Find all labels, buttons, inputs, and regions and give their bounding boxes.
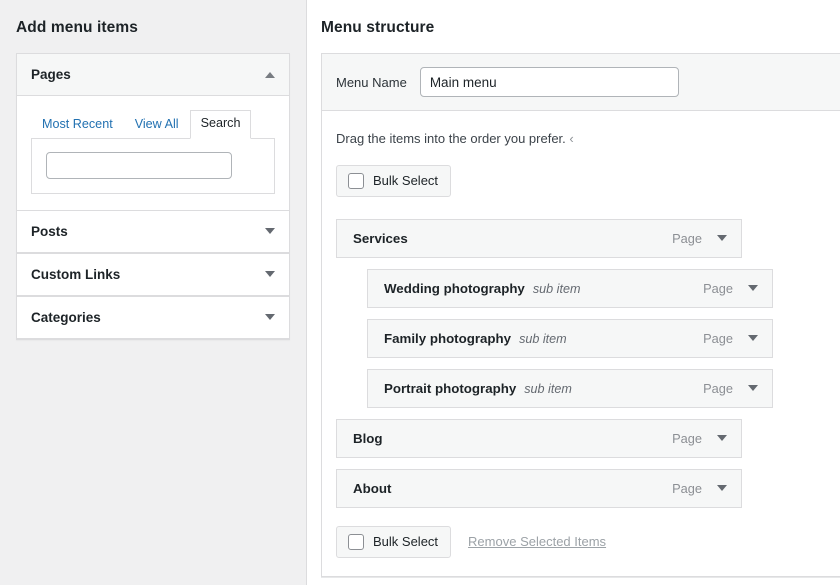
menu-item-title: Blog	[353, 431, 383, 446]
accordion-section-pages: Pages Most Recent View All Search	[17, 54, 289, 210]
menu-name-label: Menu Name	[336, 75, 407, 90]
menu-item-type: Page	[672, 431, 702, 446]
accordion-label-categories: Categories	[31, 310, 101, 325]
menu-item-type: Page	[703, 381, 733, 396]
accordion-section-posts: Posts	[17, 210, 289, 253]
chevron-down-icon[interactable]	[265, 228, 275, 234]
menu-item-type: Page	[703, 281, 733, 296]
accordion-header-posts[interactable]: Posts	[17, 211, 289, 253]
bulk-select-label-top: Bulk Select	[373, 173, 438, 188]
pages-search-panel	[31, 139, 275, 194]
chevron-down-icon[interactable]	[265, 271, 275, 277]
accordion-header-pages[interactable]: Pages	[17, 54, 289, 96]
chevron-down-icon[interactable]	[265, 314, 275, 320]
drag-instructions-truncated: ‹	[569, 131, 573, 146]
menu-item-meta: Page	[672, 481, 727, 496]
tab-most-recent[interactable]: Most Recent	[31, 111, 124, 139]
chevron-down-icon[interactable]	[717, 235, 727, 241]
accordion-header-custom-links[interactable]: Custom Links	[17, 254, 289, 296]
menu-item-title: Family photography	[384, 331, 511, 346]
menu-item-row[interactable]: Portrait photography sub item Page	[367, 369, 773, 408]
bulk-select-checkbox-bottom[interactable]	[348, 534, 364, 550]
menu-item-label-group: Blog	[353, 431, 383, 446]
menu-item-type: Page	[672, 231, 702, 246]
menu-item-type: Page	[672, 481, 702, 496]
accordion-header-categories[interactable]: Categories	[17, 297, 289, 339]
accordion-label-posts: Posts	[31, 224, 68, 239]
menu-item-label-group: Services	[353, 231, 408, 246]
menu-item-label-group: Portrait photography sub item	[384, 381, 572, 396]
chevron-up-icon[interactable]	[265, 72, 275, 78]
bulk-select-footer: Bulk Select Remove Selected Items	[336, 526, 826, 576]
menu-item-row[interactable]: About Page	[336, 469, 742, 508]
menu-item-meta: Page	[672, 431, 727, 446]
pages-tabs: Most Recent View All Search	[31, 110, 275, 139]
menu-name-input[interactable]	[420, 67, 679, 97]
menu-item-label-group: About	[353, 481, 391, 496]
menu-item-sub-label: sub item	[533, 282, 581, 296]
menu-item-meta: Page	[703, 281, 758, 296]
menu-item-sub-label: sub item	[519, 332, 567, 346]
bulk-select-button-bottom[interactable]: Bulk Select	[336, 526, 451, 558]
tab-view-all[interactable]: View All	[124, 111, 190, 139]
menu-structure-body: Drag the items into the order you prefer…	[322, 111, 840, 576]
menu-item-meta: Page	[703, 381, 758, 396]
drag-instructions-text: Drag the items into the order you prefer…	[336, 131, 566, 146]
menu-item-row[interactable]: Services Page	[336, 219, 742, 258]
accordion-section-categories: Categories	[17, 296, 289, 339]
menu-name-bar: Menu Name	[322, 54, 840, 111]
menu-item-row[interactable]: Wedding photography sub item Page	[367, 269, 773, 308]
menu-item-title: About	[353, 481, 391, 496]
chevron-down-icon[interactable]	[748, 335, 758, 341]
page-title-add-menu-items: Add menu items	[16, 18, 290, 38]
drag-instructions: Drag the items into the order you prefer…	[336, 129, 826, 149]
card-bottom-divider	[321, 577, 840, 578]
chevron-down-icon[interactable]	[748, 385, 758, 391]
menu-item-title: Wedding photography	[384, 281, 525, 296]
accordion-label-pages: Pages	[31, 67, 71, 82]
accordion-label-custom-links: Custom Links	[31, 267, 120, 282]
bulk-select-button-top[interactable]: Bulk Select	[336, 165, 451, 197]
chevron-down-icon[interactable]	[748, 285, 758, 291]
bulk-select-checkbox-top[interactable]	[348, 173, 364, 189]
remove-selected-items-link[interactable]: Remove Selected Items	[468, 534, 606, 549]
menu-structure-card: Menu Name Drag the items into the order …	[321, 53, 840, 577]
menu-item-label-group: Wedding photography sub item	[384, 281, 580, 296]
page-title-menu-structure: Menu structure	[307, 18, 840, 38]
menu-item-sub-label: sub item	[524, 382, 572, 396]
search-input[interactable]	[46, 152, 232, 179]
menu-item-row[interactable]: Family photography sub item Page	[367, 319, 773, 358]
bulk-select-label-bottom: Bulk Select	[373, 534, 438, 549]
menu-structure-panel: Menu structure Menu Name Drag the items …	[307, 0, 840, 585]
menu-editor-page: Add menu items Pages Most Recent View Al…	[0, 0, 840, 585]
chevron-down-icon[interactable]	[717, 435, 727, 441]
menu-item-title: Portrait photography	[384, 381, 516, 396]
add-menu-items-panel: Add menu items Pages Most Recent View Al…	[0, 0, 307, 585]
menu-item-meta: Page	[703, 331, 758, 346]
menu-item-label-group: Family photography sub item	[384, 331, 567, 346]
tab-search[interactable]: Search	[190, 110, 252, 139]
menu-item-list: Services Page Wedding photography sub it…	[336, 219, 826, 508]
menu-item-title: Services	[353, 231, 408, 246]
menu-item-row[interactable]: Blog Page	[336, 419, 742, 458]
add-items-accordion: Pages Most Recent View All Search	[16, 53, 290, 340]
accordion-body-pages: Most Recent View All Search	[17, 96, 289, 210]
chevron-down-icon[interactable]	[717, 485, 727, 491]
menu-item-type: Page	[703, 331, 733, 346]
accordion-section-custom-links: Custom Links	[17, 253, 289, 296]
menu-item-meta: Page	[672, 231, 727, 246]
